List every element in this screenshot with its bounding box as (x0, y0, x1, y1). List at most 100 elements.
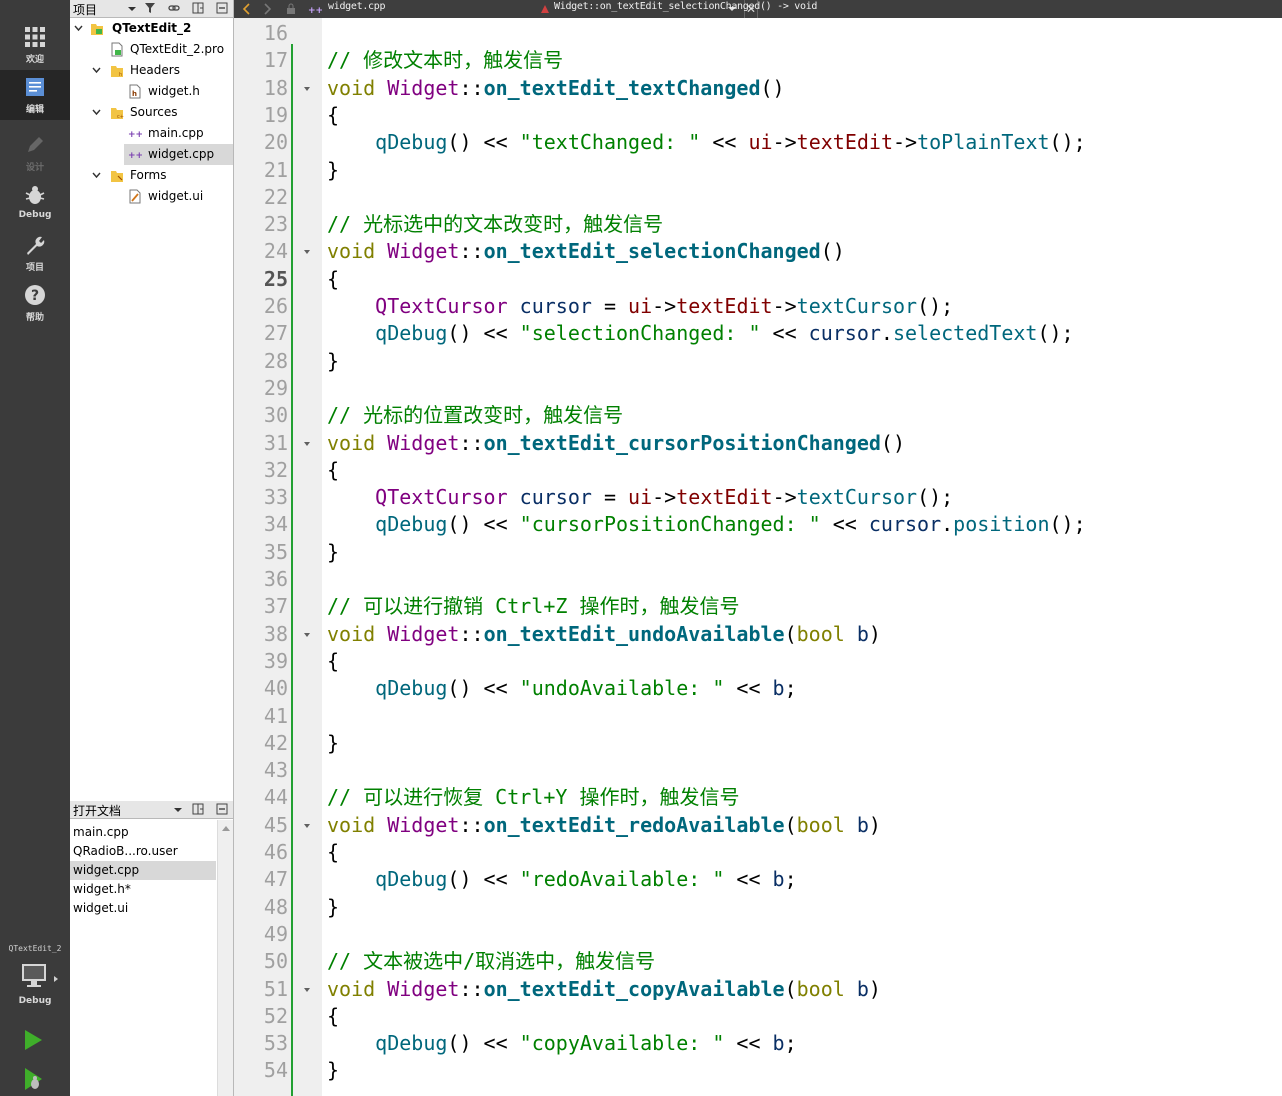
code-line[interactable]: // 文本被选中/取消选中，触发信号 (327, 948, 655, 975)
code-token: (); (1049, 512, 1086, 536)
code-line[interactable]: // 可以进行撤销 Ctrl+Z 操作时，触发信号 (327, 593, 739, 620)
code-token: Widget (387, 431, 460, 455)
forward-arrow-icon[interactable] (262, 3, 272, 15)
code-line[interactable]: void Widget::on_textEdit_textChanged() (327, 75, 785, 102)
code-token: :: (459, 239, 484, 263)
code-line[interactable]: { (327, 102, 339, 129)
code-token: ) (868, 977, 881, 1001)
tree-item-forms[interactable]: Forms (70, 165, 233, 186)
code-line[interactable]: // 修改文本时，触发信号 (327, 47, 563, 74)
mode-design[interactable]: 设计 (0, 128, 70, 178)
code-token: () (760, 76, 785, 100)
mode-edit[interactable]: 编辑 (0, 70, 70, 120)
chevron-down-icon[interactable] (128, 7, 136, 11)
split-icon[interactable] (191, 2, 205, 16)
code-line[interactable]: } (327, 894, 339, 921)
code-line[interactable]: // 可以进行恢复 Ctrl+Y 操作时，触发信号 (327, 784, 739, 811)
debug-run-icon[interactable] (22, 1066, 46, 1092)
run-icon[interactable] (22, 1028, 44, 1052)
fold-arrow-icon[interactable] (304, 87, 310, 91)
chevron-down-icon[interactable] (74, 24, 83, 33)
fold-arrow-icon[interactable] (304, 633, 310, 637)
mode-welcome[interactable]: 欢迎 (0, 20, 70, 70)
code-token: toPlainText (917, 130, 1050, 154)
tree-item-project[interactable]: QTextEdit_2 (70, 18, 233, 39)
fold-arrow-icon[interactable] (304, 442, 310, 446)
line-number: 32 (263, 458, 288, 482)
code-line[interactable]: void Widget::on_textEdit_cursorPositionC… (327, 430, 905, 457)
open-doc-item[interactable]: QRadioB...ro.user (70, 842, 216, 861)
open-doc-item[interactable]: widget.h* (70, 880, 216, 899)
back-arrow-icon[interactable] (242, 3, 252, 15)
tree-item-widget-ui[interactable]: widget.ui (70, 186, 233, 207)
pen-icon (28, 137, 43, 152)
lock-icon[interactable] (286, 3, 296, 15)
chevron-down-icon[interactable] (92, 171, 101, 180)
code-line[interactable]: { (327, 839, 339, 866)
chevron-down-icon[interactable] (92, 108, 101, 117)
split-icon[interactable] (191, 803, 205, 817)
current-file-name[interactable]: widget.cpp (328, 1, 386, 12)
fold-arrow-icon[interactable] (304, 250, 310, 254)
chevron-down-icon[interactable] (92, 66, 101, 75)
code-token: ; (784, 676, 797, 700)
code-line[interactable]: void Widget::on_textEdit_redoAvailable(b… (327, 812, 881, 839)
code-line[interactable]: // 光标选中的文本改变时，触发信号 (327, 211, 663, 238)
link-icon[interactable] (167, 2, 181, 16)
code-line[interactable]: qDebug() << "selectionChanged: " << curs… (327, 320, 1073, 347)
tree-item-widget-cpp[interactable]: ++ widget.cpp (124, 144, 233, 165)
code-line[interactable]: } (327, 539, 339, 566)
code-line[interactable]: QTextCursor cursor = ui->textEdit->textC… (327, 293, 953, 320)
code-line[interactable]: qDebug() << "redoAvailable: " << b; (327, 866, 796, 893)
code-line[interactable]: { (327, 1003, 339, 1030)
code-line[interactable]: } (327, 1057, 339, 1084)
code-token: = (591, 485, 629, 509)
tree-item-sources[interactable]: c+ Sources (70, 102, 233, 123)
code-line[interactable]: { (327, 457, 339, 484)
line-number: 34 (263, 512, 288, 536)
code-token: void (327, 431, 376, 455)
code-editor[interactable] (322, 18, 1282, 1096)
scrollbar[interactable] (217, 820, 233, 1096)
scroll-up-icon[interactable] (222, 826, 230, 831)
code-line[interactable]: { (327, 266, 339, 293)
line-number: 24 (263, 239, 288, 263)
code-line[interactable]: QTextCursor cursor = ui->textEdit->textC… (327, 484, 953, 511)
open-doc-item[interactable]: widget.cpp (70, 861, 216, 880)
current-symbol[interactable]: Widget::on_textEdit_selectionChanged() -… (554, 1, 817, 12)
projects-panel-title[interactable]: 项目 (73, 1, 97, 18)
code-line[interactable]: qDebug() << "cursorPositionChanged: " <<… (327, 511, 1086, 538)
tree-item-widget-h[interactable]: h widget.h (70, 81, 233, 102)
chevron-down-icon[interactable] (174, 808, 182, 812)
mode-help[interactable]: ? 帮助 (0, 278, 70, 328)
code-line[interactable]: } (327, 348, 339, 375)
code-line[interactable]: } (327, 157, 339, 184)
code-token: position (953, 512, 1050, 536)
tree-item-headers[interactable]: h Headers (70, 60, 233, 81)
code-line[interactable]: qDebug() << "copyAvailable: " << b; (327, 1030, 796, 1057)
tree-item-pro-file[interactable]: QTextEdit_2.pro (70, 39, 233, 60)
code-line[interactable]: } (327, 730, 339, 757)
kit-selector-arrow-icon[interactable] (54, 976, 58, 982)
open-doc-item[interactable]: widget.ui (70, 899, 216, 918)
monitor-icon[interactable] (20, 962, 48, 990)
code-line[interactable]: void Widget::on_textEdit_copyAvailable(b… (327, 976, 881, 1003)
code-line[interactable]: void Widget::on_textEdit_undoAvailable(b… (327, 621, 881, 648)
code-line[interactable]: qDebug() << "textChanged: " << ui->textE… (327, 129, 1085, 156)
filter-icon[interactable] (143, 2, 157, 16)
mode-projects[interactable]: 项目 (0, 228, 70, 278)
code-line[interactable]: qDebug() << "undoAvailable: " << b; (327, 675, 797, 702)
code-line[interactable]: // 光标的位置改变时，触发信号 (327, 402, 623, 429)
close-panel-icon[interactable] (215, 2, 229, 16)
fold-arrow-icon[interactable] (304, 824, 310, 828)
open-documents-title[interactable]: 打开文档 (73, 802, 121, 819)
mode-debug[interactable]: Debug (0, 178, 70, 228)
open-doc-item[interactable]: main.cpp (70, 823, 216, 842)
close-panel-icon[interactable] (215, 803, 229, 817)
line-number: 30 (263, 403, 288, 427)
code-line[interactable]: { (327, 648, 339, 675)
fold-arrow-icon[interactable] (304, 988, 310, 992)
tree-item-main-cpp[interactable]: ++ main.cpp (70, 123, 233, 144)
code-line[interactable]: void Widget::on_textEdit_selectionChange… (327, 238, 845, 265)
